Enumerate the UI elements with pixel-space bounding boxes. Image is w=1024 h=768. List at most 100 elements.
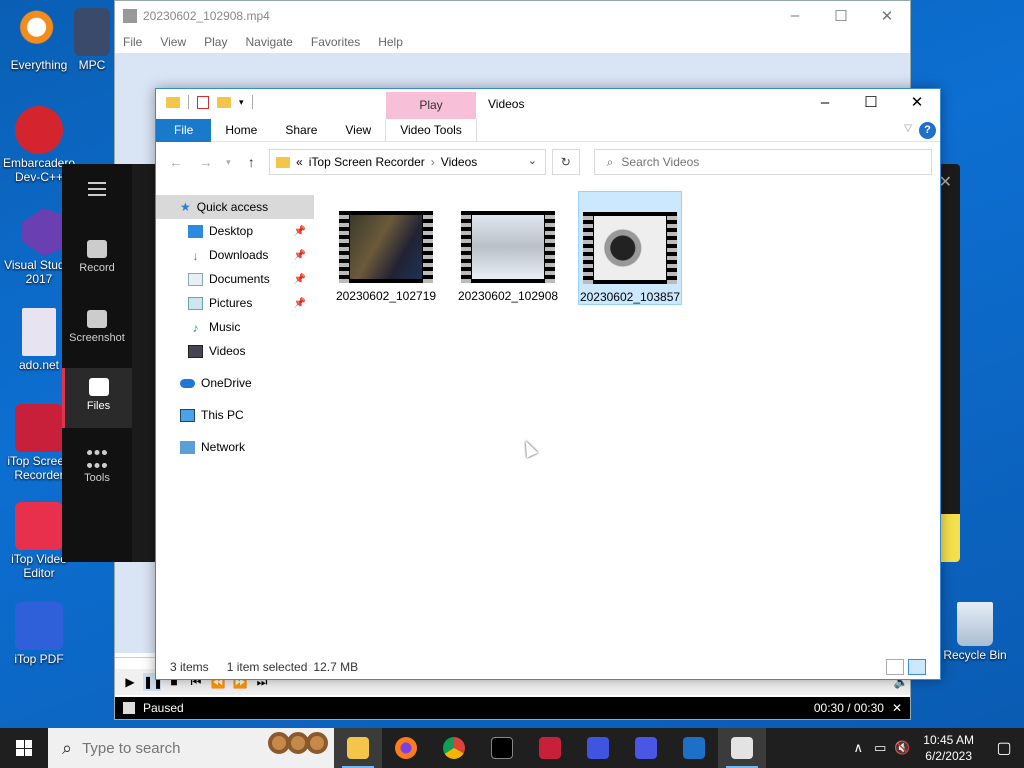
nav-item-network[interactable]: Network <box>156 435 314 459</box>
help-icon[interactable]: ? <box>919 122 936 139</box>
refresh-icon[interactable]: ↻ <box>551 149 580 175</box>
ribbon-tabs: File Home Share View Video Tools ▽ ? <box>156 118 940 142</box>
notification-icon[interactable]: ▢ <box>984 738 1024 758</box>
desktop-icon-label: ado.net <box>18 358 60 372</box>
close-button[interactable]: ✕ <box>894 89 940 117</box>
explorer-titlebar: ▾ Play Videos – ☐ ✕ <box>156 89 940 119</box>
new-folder-icon[interactable] <box>217 96 231 108</box>
mpc-mute-icon[interactable]: ✕ <box>892 701 902 715</box>
chevron-down-icon[interactable]: ⌄ <box>528 154 537 167</box>
mpc-minimize-button[interactable]: – <box>772 7 818 25</box>
forward-arrow-icon[interactable]: → <box>194 154 218 170</box>
mpc-app-icon <box>123 9 137 23</box>
nav-item-this-pc[interactable]: This PC <box>156 403 314 427</box>
tab-share[interactable]: Share <box>271 119 331 142</box>
mpc-maximize-button[interactable]: ☐ <box>818 7 864 25</box>
start-button[interactable] <box>0 728 48 768</box>
itop-nav-files[interactable]: Files <box>62 368 132 428</box>
network-icon[interactable]: ▭ <box>869 740 891 756</box>
mpc-close-button[interactable]: ✕ <box>864 7 910 25</box>
desktop-icon-recycle-bin[interactable]: Recycle Bin <box>940 602 1010 662</box>
taskbar-search[interactable]: ⌕ <box>48 728 334 768</box>
tab-home[interactable]: Home <box>211 119 271 142</box>
nav-item-music[interactable]: ♪ Music <box>156 315 314 339</box>
back-arrow-icon[interactable]: ← <box>164 154 188 170</box>
recent-locations-icon[interactable]: ▾ <box>223 157 233 168</box>
mpc-menu-file[interactable]: File <box>123 35 142 49</box>
taskbar-itop-pdf[interactable] <box>574 728 622 768</box>
breadcrumb-item[interactable]: iTop Screen Recorder <box>309 155 425 169</box>
nav-label: Music <box>209 320 241 334</box>
tab-file[interactable]: File <box>156 118 212 142</box>
mpc-menu-play[interactable]: Play <box>204 35 227 49</box>
large-icons-view-icon[interactable] <box>908 659 926 675</box>
breadcrumb-item[interactable]: Videos <box>441 155 477 169</box>
itop-nav-label: Tools <box>84 472 110 484</box>
taskbar-file-explorer[interactable] <box>334 728 382 768</box>
clock-date: 6/2/2023 <box>925 749 972 763</box>
taskbar-mpc[interactable] <box>718 728 766 768</box>
taskbar-terminal[interactable] <box>478 728 526 768</box>
file-item[interactable]: 20230602_102719 <box>334 191 438 305</box>
pin-icon[interactable]: 📌 <box>294 226 306 237</box>
expand-ribbon-icon[interactable]: ▽ <box>904 123 912 134</box>
chevron-up-icon[interactable]: ∧ <box>847 740 869 756</box>
properties-icon[interactable] <box>197 95 209 109</box>
contextual-tab-play: Play <box>386 92 476 119</box>
up-arrow-icon[interactable]: ↑ <box>239 154 263 170</box>
folder-icon <box>166 96 180 108</box>
itop-nav-tools[interactable]: Tools <box>62 440 132 500</box>
file-name: 20230602_102719 <box>335 289 437 303</box>
nav-item-onedrive[interactable]: OneDrive <box>156 371 314 395</box>
itop-nav-screenshot[interactable]: Screenshot <box>62 300 132 360</box>
desktop-icon-itop-pdf[interactable]: iTop PDF <box>2 602 76 666</box>
volume-muted-icon[interactable]: 🔇 <box>891 740 913 756</box>
taskbar-itop-pdf-2[interactable] <box>622 728 670 768</box>
nav-quick-access[interactable]: ★ Quick access <box>156 195 314 219</box>
nav-item-pictures[interactable]: Pictures 📌 <box>156 291 314 315</box>
details-view-icon[interactable] <box>886 659 904 675</box>
maximize-button[interactable]: ☐ <box>848 89 894 117</box>
file-item-selected[interactable]: 20230602_103857 <box>578 191 682 305</box>
taskbar-itop-recorder[interactable] <box>526 728 574 768</box>
taskbar-chrome[interactable] <box>430 728 478 768</box>
tab-video-tools[interactable]: Video Tools <box>385 118 477 142</box>
nav-item-downloads[interactable]: ↓ Downloads 📌 <box>156 243 314 267</box>
pdf-app-icon <box>635 737 657 759</box>
chevron-right-icon[interactable]: › <box>431 155 435 169</box>
taskbar-firefox[interactable] <box>382 728 430 768</box>
clock[interactable]: 10:45 AM 6/2/2023 <box>913 732 984 764</box>
play-icon[interactable]: ▶ <box>121 673 139 691</box>
search-box[interactable]: ⌕ <box>593 149 933 175</box>
itop-recorder-icon <box>539 737 561 759</box>
desktop-icon-everything[interactable]: Everything <box>2 8 76 72</box>
minimize-button[interactable]: – <box>802 89 848 117</box>
nav-item-documents[interactable]: Documents 📌 <box>156 267 314 291</box>
nav-item-videos[interactable]: Videos <box>156 339 314 363</box>
customize-qa-icon[interactable]: ▾ <box>239 97 244 108</box>
pin-icon[interactable]: 📌 <box>294 274 306 285</box>
nav-label: Pictures <box>209 296 253 310</box>
desktop-icon-mpc[interactable]: MPC <box>70 8 114 72</box>
mpc-menu-view[interactable]: View <box>160 35 186 49</box>
search-input[interactable] <box>621 155 902 169</box>
tab-view[interactable]: View <box>331 119 385 142</box>
pin-icon[interactable]: 📌 <box>294 298 306 309</box>
itop-pdf-icon <box>587 737 609 759</box>
mpc-menu-navigate[interactable]: Navigate <box>245 35 292 49</box>
file-name: 20230602_103857 <box>579 290 681 304</box>
hamburger-menu-icon[interactable] <box>88 182 106 200</box>
mpc-status-icon <box>123 702 135 714</box>
file-item[interactable]: 20230602_102908 <box>456 191 560 305</box>
pin-icon[interactable]: 📌 <box>294 250 306 261</box>
taskbar-movies[interactable] <box>670 728 718 768</box>
itop-nav-record[interactable]: Record <box>62 230 132 290</box>
mpc-menu-help[interactable]: Help <box>378 35 403 49</box>
breadcrumb-overflow[interactable]: « <box>296 155 303 169</box>
itop-nav-label: Files <box>86 400 111 412</box>
address-bar[interactable]: « iTop Screen Recorder › Videos ⌄ <box>269 149 546 175</box>
nav-item-desktop[interactable]: Desktop 📌 <box>156 219 314 243</box>
mpc-menu-favorites[interactable]: Favorites <box>311 35 360 49</box>
nav-label: Documents <box>209 272 270 286</box>
taskbar-search-input[interactable] <box>82 739 233 757</box>
